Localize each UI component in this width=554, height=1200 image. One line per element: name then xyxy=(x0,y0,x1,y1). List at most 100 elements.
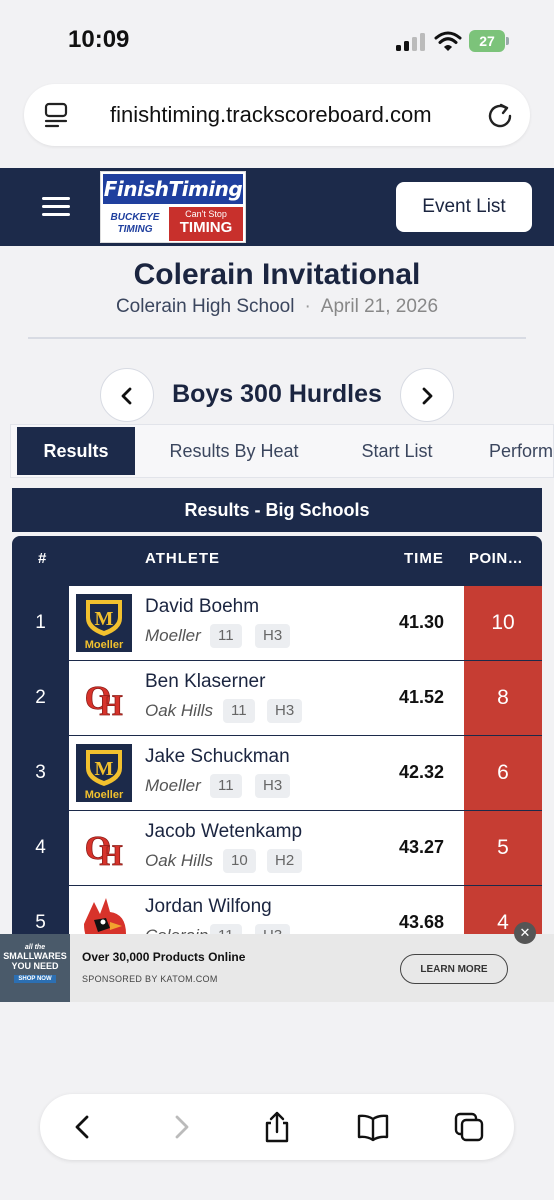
ad-image[interactable]: all the SMALLWARES YOU NEED SHOP NOW xyxy=(0,934,70,1002)
table-row[interactable]: 5 Jordan Wilfong Colerain 11 H3 43.68 4 xyxy=(12,886,542,936)
oak-hills-logo: O H xyxy=(76,819,132,877)
place-cell: 2 xyxy=(35,687,46,708)
grade-badge: 10 xyxy=(223,849,256,873)
forward-icon[interactable] xyxy=(164,1110,198,1144)
athlete-cell: M Moeller David Boehm Moeller 11 H3 41.3… xyxy=(69,586,464,660)
heat-badge: H3 xyxy=(255,774,291,798)
divider xyxy=(28,337,526,339)
column-points: POIN… xyxy=(469,550,524,567)
close-icon[interactable]: ✕ xyxy=(514,922,536,944)
points-cell: 6 xyxy=(464,736,542,810)
share-icon[interactable] xyxy=(260,1110,294,1144)
athlete-name[interactable]: Jordan Wilfong xyxy=(145,896,272,918)
svg-text:Moeller: Moeller xyxy=(85,639,124,651)
athlete-name[interactable]: Jake Schuckman xyxy=(145,746,290,768)
results-tabs: Results Results By Heat Start List Perfo… xyxy=(10,424,554,478)
ad-image-line3: SHOP NOW xyxy=(14,975,56,983)
time-cell: 41.52 xyxy=(399,687,445,707)
page-icon[interactable] xyxy=(44,102,68,128)
tabs-icon[interactable] xyxy=(452,1110,486,1144)
points-cell: 8 xyxy=(464,661,542,735)
tab-start-list[interactable]: Start List xyxy=(333,427,461,475)
wifi-icon xyxy=(434,31,462,51)
status-time: 10:09 xyxy=(68,26,130,53)
back-icon[interactable] xyxy=(66,1110,100,1144)
team-name: Moeller xyxy=(145,626,201,645)
column-place: # xyxy=(38,550,48,567)
url-text[interactable]: finishtiming.trackscoreboard.com xyxy=(110,102,432,128)
cant-stop-timing-logo: Can't Stop TIMING xyxy=(169,207,243,241)
heat-badge: H2 xyxy=(267,849,303,873)
points-cell: 5 xyxy=(464,811,542,885)
ad-title[interactable]: Over 30,000 Products Online xyxy=(82,950,245,964)
table-row[interactable]: 4 O H Jacob Wetenkamp Oak Hills 10 H2 43… xyxy=(12,811,542,886)
chevron-right-icon xyxy=(422,387,433,405)
team-name: Oak Hills xyxy=(145,701,214,720)
tab-results[interactable]: Results xyxy=(17,427,135,475)
time-cell: 43.68 xyxy=(399,912,445,932)
status-bar: 10:09 27 xyxy=(0,0,554,80)
logo-wordmark: FinishTiming xyxy=(103,174,243,204)
site-header: FinishTiming BUCKEYE TIMING Can't Stop T… xyxy=(0,168,554,246)
battery-level: 27 xyxy=(469,30,505,52)
time-cell: 43.27 xyxy=(399,837,445,857)
athlete-name[interactable]: David Boehm xyxy=(145,596,259,618)
address-bar[interactable]: finishtiming.trackscoreboard.com xyxy=(24,84,530,146)
athlete-cell: M Moeller Jake Schuckman Moeller 11 H3 4… xyxy=(69,736,464,810)
grade-badge: 11 xyxy=(210,624,242,648)
event-list-button[interactable]: Event List xyxy=(396,182,532,232)
event-title: Boys 300 Hurdles xyxy=(172,380,382,408)
svg-text:M: M xyxy=(95,608,114,630)
meet-title: Colerain Invitational xyxy=(133,258,421,291)
athlete-cell: O H Jacob Wetenkamp Oak Hills 10 H2 43.2… xyxy=(69,811,464,885)
column-athlete: ATHLETE xyxy=(145,550,221,567)
bookmarks-icon[interactable] xyxy=(356,1110,390,1144)
heat-badge: H3 xyxy=(267,699,303,723)
column-time: TIME xyxy=(404,550,444,567)
athlete-cell: Jordan Wilfong Colerain 11 H3 43.68 xyxy=(69,886,464,936)
athlete-name[interactable]: Jacob Wetenkamp xyxy=(145,821,302,843)
place-cell: 5 xyxy=(35,912,46,933)
moeller-logo: M Moeller xyxy=(76,744,132,802)
heat-badge: H3 xyxy=(255,624,291,648)
svg-text:M: M xyxy=(95,758,114,780)
ad-sponsor: SPONSORED BY KATOM.COM xyxy=(82,974,218,984)
tab-results-by-heat[interactable]: Results By Heat xyxy=(139,427,329,475)
buckeye-timing-logo: BUCKEYE TIMING xyxy=(110,212,160,235)
meet-school: Colerain High School xyxy=(115,296,295,317)
place-cell: 4 xyxy=(35,837,46,858)
colerain-cardinal-logo xyxy=(76,894,132,936)
menu-icon[interactable] xyxy=(42,197,70,217)
time-cell: 42.32 xyxy=(399,762,445,782)
results-section-title: Results - Big Schools xyxy=(12,488,542,532)
previous-event-button[interactable] xyxy=(100,368,154,422)
place-cell: 3 xyxy=(35,762,46,783)
time-cell: 41.30 xyxy=(399,612,445,632)
chevron-left-icon xyxy=(121,387,132,405)
ad-image-line2: SMALLWARES YOU NEED xyxy=(3,951,67,971)
cellular-signal-icon xyxy=(396,33,426,51)
athlete-cell: O H Ben Klaserner Oak Hills 11 H3 41.52 xyxy=(69,661,464,735)
grade-badge: 11 xyxy=(223,699,255,723)
logo-big-text: TIMING xyxy=(179,219,233,236)
table-row[interactable]: 1 M Moeller David Boehm Moeller 11 H3 41… xyxy=(12,586,542,661)
team-name: Oak Hills xyxy=(145,851,214,870)
learn-more-button[interactable]: LEARN MORE xyxy=(400,954,508,984)
athlete-name[interactable]: Ben Klaserner xyxy=(145,671,265,693)
battery-icon: 27 xyxy=(469,30,509,52)
table-row[interactable]: 2 O H Ben Klaserner Oak Hills 11 H3 41.5… xyxy=(12,661,542,736)
svg-text:H: H xyxy=(99,689,122,722)
meet-date: April 21, 2026 xyxy=(320,296,439,317)
meet-separator: · xyxy=(304,296,311,317)
next-event-button[interactable] xyxy=(400,368,454,422)
results-table: # ATHLETE TIME POIN… 1 M Moeller David B… xyxy=(12,536,542,936)
moeller-logo: M Moeller xyxy=(76,594,132,652)
tab-performance[interactable]: Perform xyxy=(465,427,553,475)
team-name: Moeller xyxy=(145,776,201,795)
reload-icon[interactable] xyxy=(486,102,514,130)
place-cell: 1 xyxy=(35,612,46,633)
table-row[interactable]: 3 M Moeller Jake Schuckman Moeller 11 H3… xyxy=(12,736,542,811)
finishtiming-logo[interactable]: FinishTiming BUCKEYE TIMING Can't Stop T… xyxy=(100,171,246,243)
svg-text:Moeller: Moeller xyxy=(85,789,124,801)
ad-banner[interactable]: all the SMALLWARES YOU NEED SHOP NOW Ove… xyxy=(0,934,554,1002)
